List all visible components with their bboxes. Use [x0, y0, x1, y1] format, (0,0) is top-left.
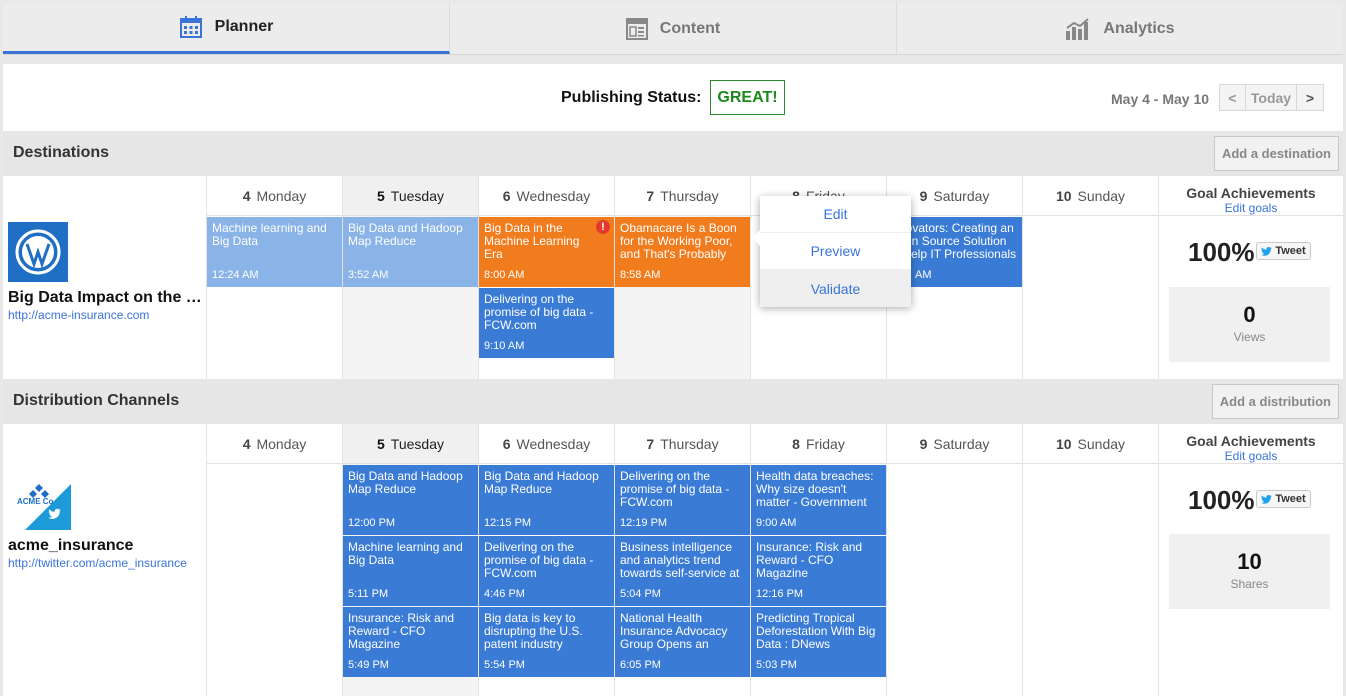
post-card[interactable]: Obamacare Is a Boon for the Working Poor…	[615, 217, 750, 287]
publishing-status-label: Publishing Status:	[561, 89, 702, 106]
channel-name: acme_insurance	[8, 537, 134, 554]
post-card[interactable]: Health data breaches: Why size doesn't m…	[751, 465, 886, 535]
next-week-button[interactable]: >	[1297, 85, 1323, 110]
edit-goals-link[interactable]: Edit goals	[1159, 201, 1343, 215]
wordpress-icon	[8, 222, 68, 282]
day-header: 6 Wednesday	[478, 424, 614, 464]
distribution-title: Distribution Channels	[13, 392, 180, 409]
tweet-button[interactable]: Tweet	[1256, 242, 1311, 260]
goal-header: Goal Achievements Edit goals	[1158, 424, 1343, 464]
edit-goals-link[interactable]: Edit goals	[1159, 449, 1343, 463]
destination-url[interactable]: http://acme-insurance.com	[8, 308, 149, 322]
post-card[interactable]: Big Data and Hadoop Map Reduce 12:00 PM	[343, 465, 478, 535]
post-card[interactable]: National Health Insurance Advocacy Group…	[615, 607, 750, 677]
views-label: Views	[1233, 330, 1266, 344]
post-card[interactable]: Delivering on the promise of big data - …	[479, 536, 614, 606]
day-header: 6 Wednesday	[478, 176, 614, 216]
tab-planner[interactable]: Planner	[3, 3, 450, 54]
post-card[interactable]: Delivering on the promise of big data - …	[479, 288, 614, 358]
dist-col-sunday	[1022, 424, 1158, 696]
acme-twitter-logo-icon: ACME Co	[17, 484, 71, 530]
post-card[interactable]: Big data is key to disrupting the U.S. p…	[479, 607, 614, 677]
tab-content-label: Content	[659, 19, 721, 37]
post-card[interactable]: Machine learning and Big Data 12:24 AM	[207, 217, 342, 287]
publishing-status-badge: GREAT!	[710, 80, 785, 115]
dist-col-saturday	[886, 424, 1022, 696]
day-header: 10 Sunday	[1022, 424, 1158, 464]
day-header: 5 Tuesday	[342, 176, 478, 216]
goal-percent: 100%	[1188, 485, 1255, 515]
shares-count: 10	[1237, 549, 1262, 574]
goal-title: Goal Achievements	[1186, 185, 1316, 201]
day-header: 8Friday	[750, 424, 886, 464]
channel-info: ACME Co acme_insurance http://twitter.co…	[3, 464, 206, 696]
dist-col-monday	[206, 424, 342, 696]
shares-label: Shares	[1230, 577, 1269, 591]
destination-name: Big Data Impact on the In...	[8, 289, 206, 306]
day-header: 7 Thursday	[614, 424, 750, 464]
post-card[interactable]: Big Data and Hadoop Map Reduce 3:52 AM	[343, 217, 478, 287]
date-range: May 4 - May 10	[1111, 91, 1210, 107]
shares-metric: 10 Shares	[1169, 534, 1330, 609]
preview-menu-item[interactable]: Preview	[760, 233, 911, 270]
views-count: 0	[1243, 302, 1256, 327]
tab-analytics-label: Analytics	[1103, 19, 1175, 37]
edit-menu-item[interactable]: Edit	[760, 196, 911, 233]
today-button[interactable]: Today	[1246, 85, 1297, 110]
tab-analytics[interactable]: Analytics	[897, 3, 1343, 54]
day-header: 4 Monday	[206, 424, 342, 464]
post-card[interactable]: Business intelligence and analytics tren…	[615, 536, 750, 606]
distribution-header: Distribution Channels Add a distribution	[3, 379, 1343, 424]
destinations-header: Destinations Add a destination	[3, 131, 1343, 176]
post-card[interactable]: Predicting Tropical Deforestation With B…	[751, 607, 886, 677]
distribution-grid: 4 Monday 5 Tuesday 6 Wednesday 7 Thursday 8F…	[3, 424, 1343, 696]
date-nav: < Today >	[1219, 84, 1324, 111]
post-card[interactable]: Big Data and Hadoop Map Reduce 12:15 PM	[479, 465, 614, 535]
day-header: 9 Saturday	[886, 424, 1022, 464]
alert-icon: !	[596, 220, 610, 234]
destinations-grid: 4Monday 5Tuesday 6Wednesday 7Thursday 8F…	[3, 176, 1343, 379]
day-header: 10 Sunday	[1022, 176, 1158, 216]
svg-text:ACME Co: ACME Co	[17, 497, 54, 506]
goal-percent: 100%	[1188, 237, 1255, 267]
goal-header: Goal Achievements Edit goals	[1158, 176, 1343, 216]
destination-info: Big Data Impact on the In... http://acme…	[3, 216, 206, 379]
validate-menu-item[interactable]: Validate	[760, 270, 911, 307]
tab-content[interactable]: Content	[450, 3, 897, 54]
calendar-icon	[179, 16, 202, 38]
main-tabs: Planner Content Analytics	[3, 3, 1343, 55]
tweet-button[interactable]: Tweet	[1256, 490, 1311, 508]
post-action-menu: Edit Preview Validate	[752, 196, 911, 307]
twitter-bird-icon	[1261, 246, 1273, 256]
day-header: 7 Thursday	[614, 176, 750, 216]
post-card[interactable]: Big Data in the Machine Learning Era 8:00…	[479, 217, 614, 287]
add-distribution-button[interactable]: Add a distribution	[1211, 384, 1339, 419]
tab-planner-label: Planner	[214, 18, 274, 35]
post-card[interactable]: Insurance: Risk and Reward - CFO Magazin…	[751, 536, 886, 606]
day-header: 4 Monday	[206, 176, 342, 216]
post-card[interactable]: Machine learning and Big Data 5:11 PM	[343, 536, 478, 606]
day-header: 5 Tuesday	[342, 424, 478, 464]
planner-panel: Publishing Status: GREAT! May 4 - May 10…	[3, 64, 1343, 696]
views-metric: 0 Views	[1169, 287, 1330, 362]
post-card[interactable]: Insurance: Risk and Reward - CFO Magazin…	[343, 607, 478, 677]
channel-url[interactable]: http://twitter.com/acme_insurance	[8, 556, 187, 570]
content-icon	[625, 17, 648, 40]
twitter-bird-icon	[1261, 494, 1273, 504]
destinations-title: Destinations	[13, 144, 110, 161]
prev-week-button[interactable]: <	[1220, 85, 1246, 110]
analytics-icon	[1066, 17, 1090, 40]
post-card[interactable]: Delivering on the promise of big data - …	[615, 465, 750, 535]
status-row: Publishing Status: GREAT! May 4 - May 10…	[3, 64, 1343, 131]
add-destination-button[interactable]: Add a destination	[1213, 136, 1339, 171]
goal-title: Goal Achievements	[1186, 433, 1316, 449]
